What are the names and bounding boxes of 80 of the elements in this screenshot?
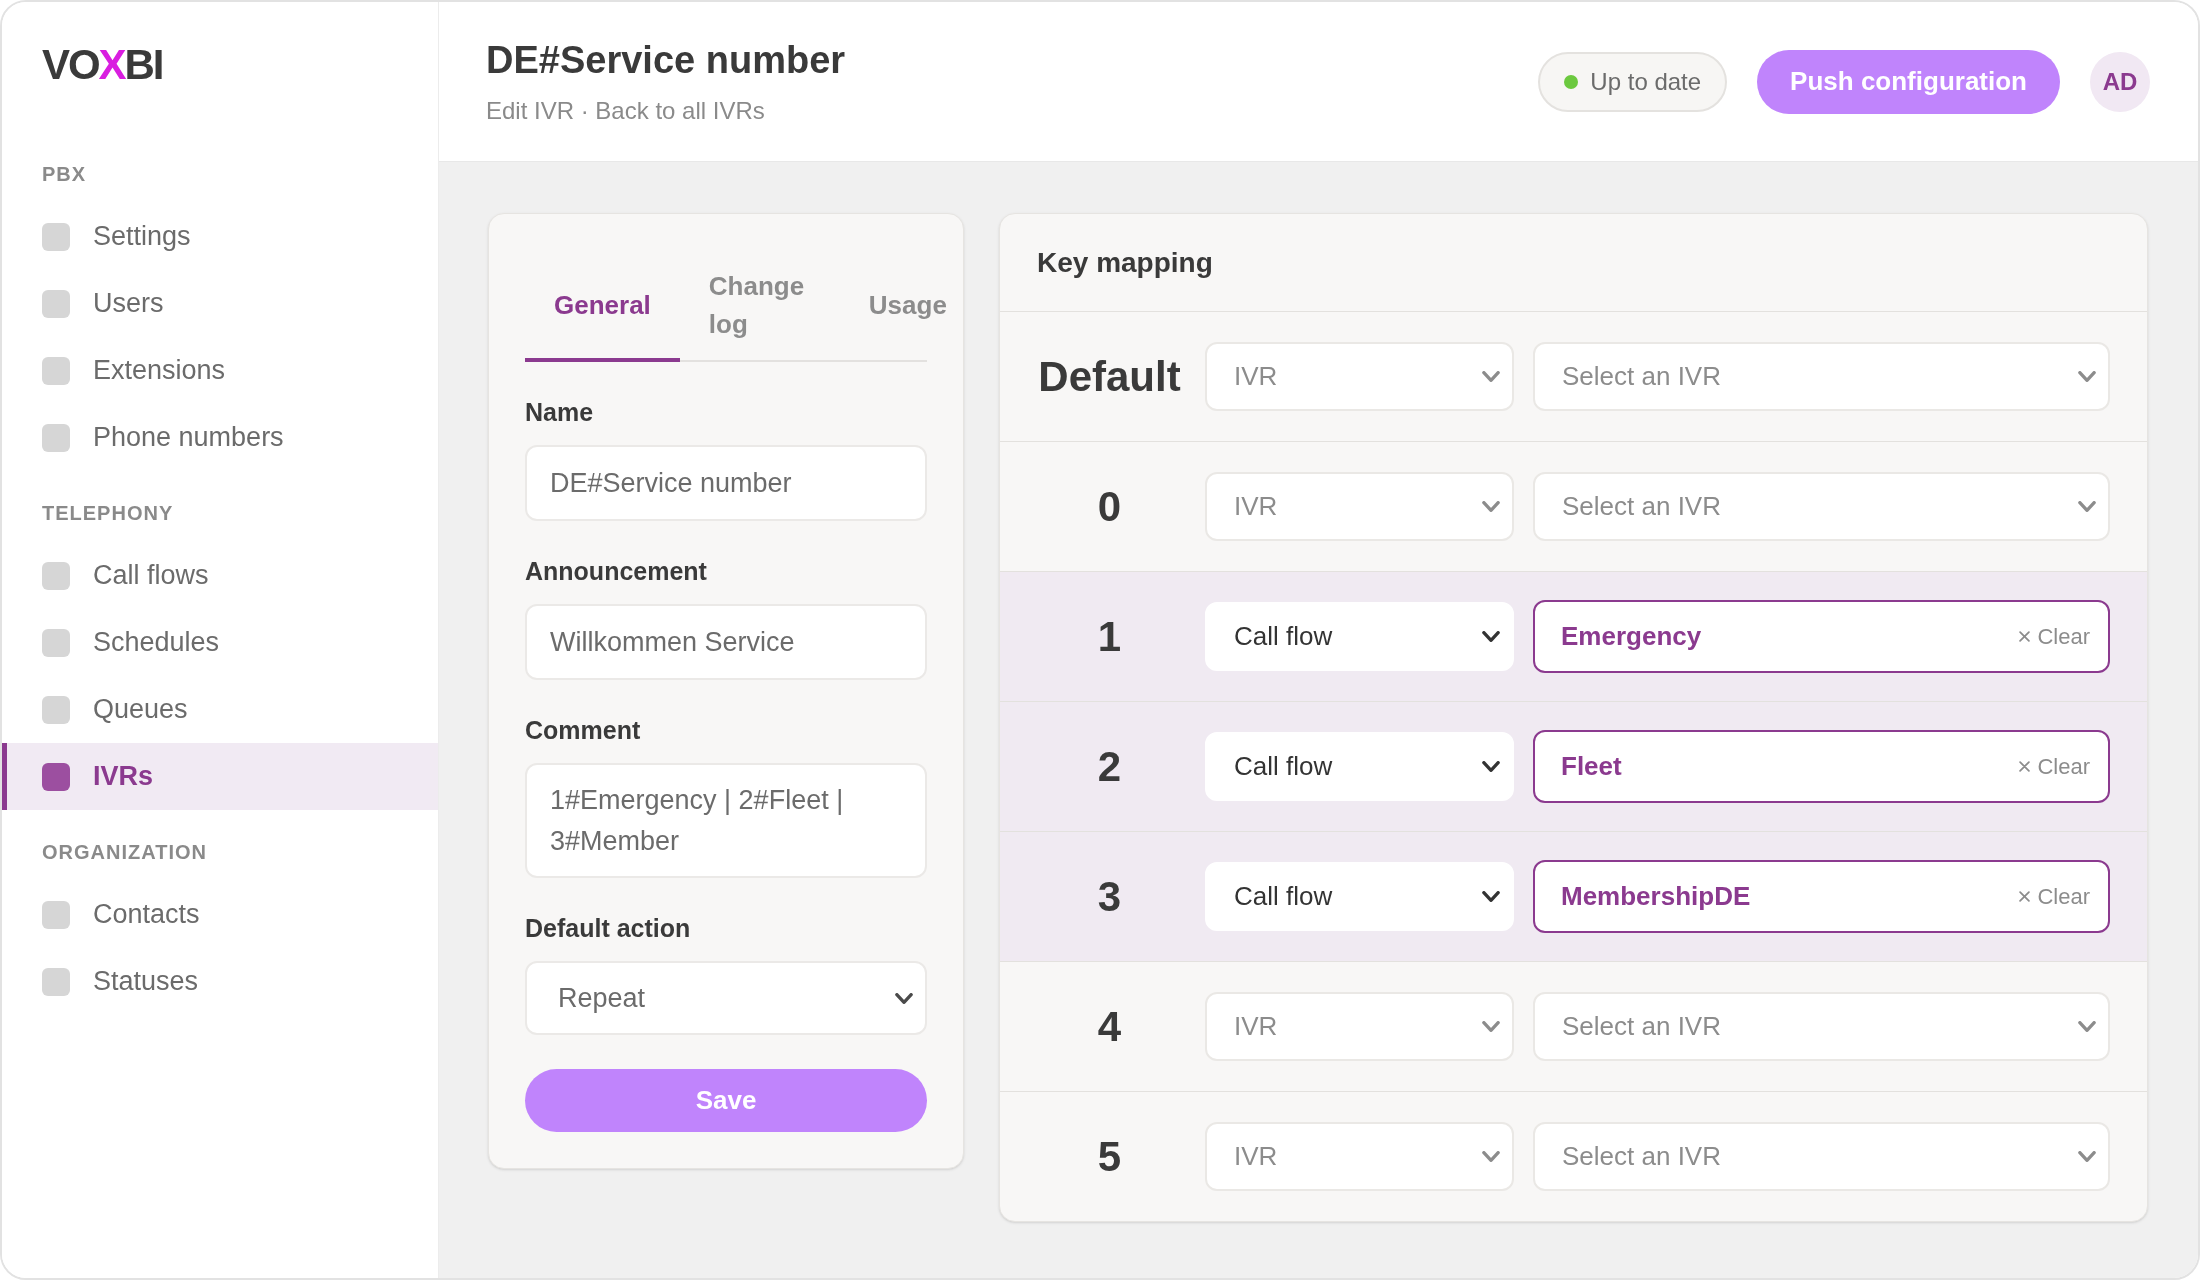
- square-icon: [42, 561, 70, 590]
- sidebar-item[interactable]: Phone numbers: [2, 404, 438, 471]
- key-label: 5: [1097, 1132, 1122, 1181]
- key-label: 1: [1097, 612, 1122, 661]
- action-dropdown[interactable]: Call flow: [1205, 862, 1514, 931]
- chevron-down-icon: [2078, 371, 2096, 382]
- close-icon: [2019, 761, 2031, 772]
- chevron-down-icon: [2078, 501, 2096, 512]
- chevron-down-icon: [1482, 1021, 1500, 1032]
- action-dropdown[interactable]: Call flow: [1205, 602, 1514, 671]
- avatar[interactable]: AD: [2090, 51, 2150, 112]
- text-area[interactable]: 1#Emergency | 2#Fleet | 3#Member: [525, 763, 927, 878]
- chevron-down-icon: [1482, 761, 1500, 772]
- section-heading: PBX: [42, 162, 87, 186]
- sidebar-item[interactable]: Queues: [2, 676, 438, 743]
- clear-button[interactable]: Clear: [2019, 620, 2090, 653]
- text-field[interactable]: DE#Service number: [525, 445, 927, 521]
- action-dropdown[interactable]: IVR: [1205, 342, 1514, 411]
- sidebar-item[interactable]: Schedules: [2, 609, 438, 676]
- tab[interactable]: Change log: [679, 243, 840, 362]
- action-dropdown[interactable]: IVR: [1205, 472, 1514, 541]
- section-heading: ORGANIZATION: [42, 840, 207, 864]
- key-label: Default: [1038, 352, 1181, 401]
- sidebar-item[interactable]: Statuses: [2, 948, 438, 1015]
- status-dot-icon: [1564, 74, 1579, 89]
- square-icon: [42, 900, 70, 929]
- key-label: 0: [1097, 482, 1122, 531]
- close-icon: [2019, 891, 2031, 902]
- text-field[interactable]: Willkommen Service: [525, 604, 927, 680]
- chevron-down-icon: [895, 992, 913, 1004]
- breadcrumb: Edit IVR · Back to all IVRs: [486, 96, 766, 126]
- chevron-down-icon: [2078, 1021, 2096, 1032]
- target-dropdown[interactable]: Select an IVR: [1533, 342, 2110, 411]
- square-icon: [42, 423, 70, 452]
- clear-button[interactable]: Clear: [2019, 750, 2090, 783]
- target-field[interactable]: MembershipDE Clear: [1533, 860, 2110, 933]
- field-label: Default action: [525, 913, 691, 943]
- sidebar-item[interactable]: Call flows: [2, 542, 438, 609]
- key-label: 2: [1097, 742, 1122, 791]
- action-dropdown[interactable]: IVR: [1205, 992, 1514, 1061]
- dropdown[interactable]: Repeat: [525, 961, 927, 1035]
- field-label: Announcement: [525, 556, 707, 586]
- square-icon: [42, 222, 70, 251]
- close-icon: [2019, 631, 2031, 642]
- field-label: Name: [525, 397, 594, 427]
- chevron-down-icon: [1482, 631, 1500, 642]
- sidebar-item[interactable]: Extensions: [2, 337, 438, 404]
- status-label: Up to date: [1590, 66, 1702, 97]
- page-title: DE#Service number: [486, 38, 846, 83]
- square-icon: [42, 289, 70, 318]
- target-field[interactable]: Fleet Clear: [1533, 730, 2110, 803]
- action-dropdown[interactable]: Call flow: [1205, 732, 1514, 801]
- square-icon: [42, 762, 70, 791]
- sidebar-item[interactable]: Settings: [2, 203, 438, 270]
- chevron-down-icon: [1482, 1151, 1500, 1162]
- field-label: Comment: [525, 715, 641, 745]
- target-field[interactable]: Emergency Clear: [1533, 600, 2110, 673]
- key-label: 4: [1097, 1002, 1122, 1051]
- target-dropdown[interactable]: Select an IVR: [1533, 472, 2110, 541]
- card-title: Key mapping: [1037, 245, 1213, 280]
- square-icon: [42, 967, 70, 996]
- sidebar-item[interactable]: Users: [2, 270, 438, 337]
- action-dropdown[interactable]: IVR: [1205, 1122, 1514, 1191]
- square-icon: [42, 628, 70, 657]
- chevron-down-icon: [1482, 891, 1500, 902]
- chevron-down-icon: [1482, 501, 1500, 512]
- section-heading: TELEPHONY: [42, 501, 174, 525]
- clear-button[interactable]: Clear: [2019, 880, 2090, 913]
- logo: VOXBI: [42, 43, 163, 87]
- chevron-down-icon: [2078, 1151, 2096, 1162]
- chevron-down-icon: [1482, 371, 1500, 382]
- target-dropdown[interactable]: Select an IVR: [1533, 992, 2110, 1061]
- tab[interactable]: General: [525, 243, 680, 362]
- square-icon: [42, 356, 70, 385]
- sidebar-item[interactable]: Contacts: [2, 881, 438, 948]
- sidebar-item[interactable]: IVRs: [2, 743, 438, 810]
- tab[interactable]: Usage: [839, 243, 947, 362]
- square-icon: [42, 695, 70, 724]
- key-label: 3: [1097, 872, 1122, 921]
- target-dropdown[interactable]: Select an IVR: [1533, 1122, 2110, 1191]
